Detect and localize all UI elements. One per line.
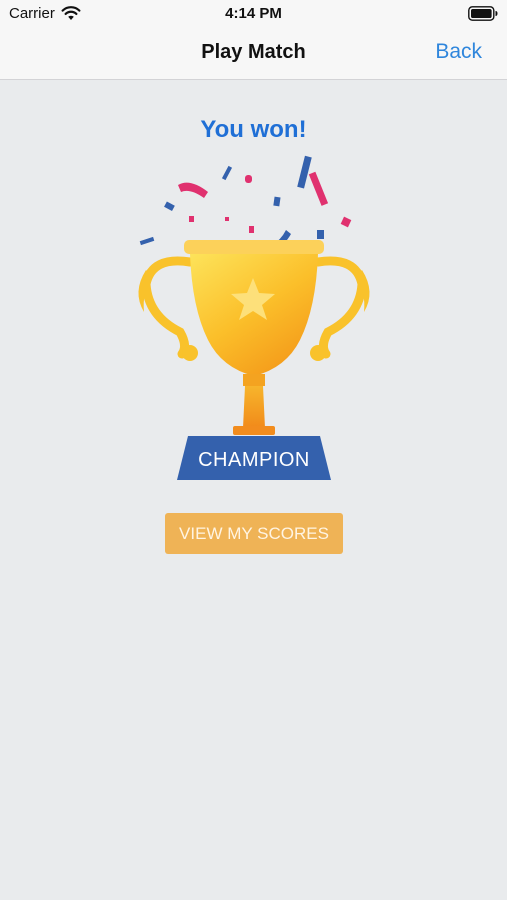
nav-bar: Play Match Back bbox=[0, 28, 507, 80]
trophy-label: CHAMPION bbox=[198, 449, 310, 471]
page-title: Play Match bbox=[201, 41, 306, 63]
top-bars: Carrier 4:14 PM Play Match Back bbox=[0, 0, 507, 80]
back-button[interactable]: Back bbox=[435, 40, 482, 64]
confetti bbox=[139, 155, 352, 251]
view-scores-button[interactable]: VIEW MY SCORES bbox=[165, 513, 343, 554]
trophy-icon bbox=[138, 155, 370, 480]
battery-icon bbox=[468, 6, 498, 21]
status-bar: Carrier 4:14 PM bbox=[0, 0, 507, 28]
result-title: You won! bbox=[200, 116, 307, 143]
status-time: 4:14 PM bbox=[225, 5, 282, 22]
